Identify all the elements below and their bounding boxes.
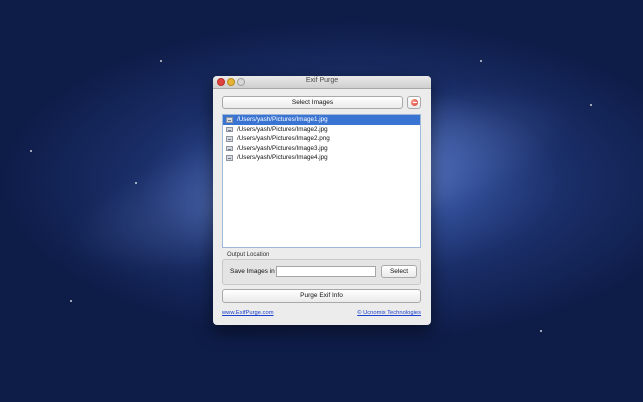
star	[480, 60, 482, 62]
website-link[interactable]: www.ExifPurge.com	[222, 310, 274, 316]
file-list-item[interactable]: /Users/yash/Pictures/Image4.jpg	[223, 153, 420, 163]
title-bar[interactable]: Exif Purge	[213, 76, 431, 89]
file-list-item[interactable]: /Users/yash/Pictures/Image3.jpg	[223, 144, 420, 154]
remove-icon	[411, 99, 418, 106]
star	[540, 330, 542, 332]
app-window: Exif Purge Select Images /Users/yash/Pic…	[213, 76, 431, 325]
file-list-item[interactable]: /Users/yash/Pictures/Image2.jpg	[223, 125, 420, 135]
company-link[interactable]: © Ucnomix Technologies	[357, 310, 421, 316]
file-list-item[interactable]: /Users/yash/Pictures/Image1.jpg	[223, 115, 420, 125]
star	[160, 60, 162, 62]
file-path: /Users/yash/Pictures/Image2.jpg	[237, 125, 328, 133]
image-file-list[interactable]: /Users/yash/Pictures/Image1.jpg /Users/y…	[222, 114, 421, 248]
image-file-icon	[226, 126, 233, 132]
file-path: /Users/yash/Pictures/Image4.jpg	[237, 154, 328, 161]
output-path-field[interactable]	[276, 266, 376, 277]
file-path: /Users/yash/Pictures/Image2.png	[237, 135, 330, 142]
select-output-button[interactable]: Select	[381, 265, 417, 278]
star	[590, 104, 592, 106]
output-location-group: Save Images in Select	[222, 259, 421, 285]
image-file-icon	[226, 136, 233, 142]
file-path: /Users/yash/Pictures/Image1.jpg	[237, 116, 328, 123]
remove-image-button[interactable]	[407, 96, 421, 109]
image-file-icon	[226, 117, 233, 123]
image-file-icon	[226, 145, 233, 151]
star	[135, 182, 137, 184]
purge-exif-button[interactable]: Purge Exif Info	[222, 289, 421, 303]
image-file-icon	[226, 155, 233, 161]
select-images-button[interactable]: Select Images	[222, 96, 403, 109]
star	[30, 150, 32, 152]
output-location-legend: Output Location	[227, 252, 270, 258]
file-list-item[interactable]: /Users/yash/Pictures/Image2.png	[223, 134, 420, 144]
window-title: Exif Purge	[305, 77, 339, 84]
star	[70, 300, 72, 302]
file-path: /Users/yash/Pictures/Image3.jpg	[237, 144, 328, 152]
save-images-label: Save Images in	[230, 268, 275, 275]
